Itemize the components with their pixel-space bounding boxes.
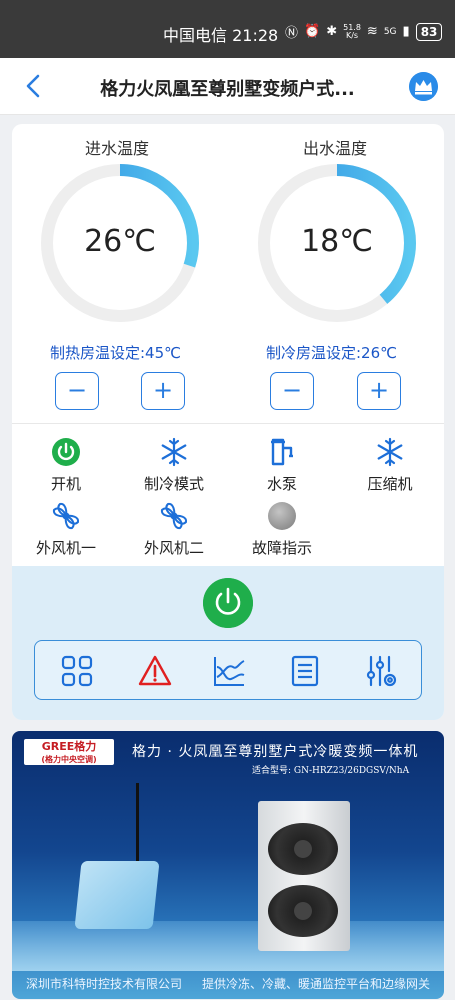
status-power: 开机 bbox=[16, 436, 116, 494]
heating-decrease-button[interactable]: − bbox=[55, 372, 99, 410]
control-area bbox=[12, 566, 444, 720]
cooling-decrease-button[interactable]: − bbox=[270, 372, 314, 410]
divider bbox=[12, 423, 444, 424]
water-pump-icon bbox=[271, 438, 293, 466]
banner-footer-services: 提供冷冻、冷藏、暖通监控平台和边缘网关 bbox=[202, 977, 431, 991]
battery-indicator: 83 bbox=[415, 22, 443, 41]
device-panel: 进水温度 26℃ 制热房温设定:45℃ − + 出水温度 18℃ 制冷房温设定:… bbox=[12, 124, 444, 720]
fan-image bbox=[268, 823, 338, 875]
outdoor-unit-image bbox=[258, 801, 350, 951]
snowflake-icon bbox=[161, 437, 187, 467]
fan-icon bbox=[160, 502, 188, 530]
cooling-increase-button[interactable]: + bbox=[357, 372, 401, 410]
water-reflection bbox=[12, 921, 444, 971]
crown-icon[interactable] bbox=[409, 72, 438, 101]
banner-model: 适合型号: GN-HRZ23/26DGSV/NhA bbox=[252, 766, 410, 776]
chart-icon[interactable] bbox=[211, 653, 247, 689]
back-arrow-icon[interactable] bbox=[22, 72, 48, 100]
fan-image bbox=[268, 885, 338, 937]
status-fault-indicator: 故障指示 bbox=[232, 500, 332, 558]
status-compressor: 压缩机 bbox=[340, 436, 440, 494]
heating-setpoint: 制热房温设定:45℃ bbox=[50, 344, 181, 362]
status-outdoor-fan-2: 外风机二 bbox=[124, 500, 224, 558]
nfc-icon: Ⓝ bbox=[285, 26, 299, 41]
promo-banner[interactable]: GREE格力 (格力中央空调) 格力 · 火凤凰至尊别墅户式冷暖变频一体机 适合… bbox=[12, 731, 444, 999]
status-label: 开机 bbox=[50, 475, 81, 493]
logo-subtext: (格力中央空调) bbox=[41, 755, 97, 764]
status-label: 外风机一 bbox=[35, 539, 96, 557]
app-header: 格力火凤凰至尊别墅变频户式... bbox=[0, 58, 455, 115]
power-button[interactable] bbox=[203, 578, 253, 628]
status-label: 制冷模式 bbox=[143, 475, 204, 493]
logo-text: GREE格力 bbox=[41, 740, 97, 753]
power-on-icon bbox=[52, 438, 80, 466]
inlet-temp-value: 26℃ bbox=[84, 224, 156, 259]
snowflake-icon bbox=[377, 437, 403, 467]
status-carrier-time: 中国电信 21:28 bbox=[163, 22, 278, 46]
fault-indicator-icon bbox=[268, 502, 296, 530]
status-outdoor-fan-1: 外风机一 bbox=[16, 500, 116, 558]
page-title: 格力火凤凰至尊别墅变频户式... bbox=[100, 79, 355, 100]
status-cooling-mode: 制冷模式 bbox=[124, 436, 224, 494]
speed-unit: K/s bbox=[345, 30, 359, 40]
settings-sliders-icon[interactable] bbox=[363, 653, 399, 689]
banner-title: 格力 · 火凤凰至尊别墅户式冷暖变频一体机 bbox=[132, 744, 419, 760]
heating-increase-button[interactable]: + bbox=[141, 372, 185, 410]
fan-icon bbox=[52, 502, 80, 530]
list-icon[interactable] bbox=[287, 653, 323, 689]
gateway-device-image bbox=[74, 861, 160, 929]
wifi-icon: ≋ bbox=[366, 24, 378, 39]
antenna-image bbox=[136, 783, 139, 873]
status-label: 压缩机 bbox=[367, 475, 413, 493]
cooling-setpoint: 制冷房温设定:26℃ bbox=[266, 344, 397, 362]
network-type: 5G bbox=[383, 26, 397, 37]
gree-logo: GREE格力 (格力中央空调) bbox=[24, 739, 114, 765]
grid-icon[interactable] bbox=[59, 653, 95, 689]
status-bar: 中国电信 21:28 Ⓝ ⏰ ✱ 51.8 K/s ≋ 5G ▮ 83 bbox=[0, 0, 455, 58]
status-label: 水泵 bbox=[266, 475, 297, 493]
banner-footer-company: 深圳市科特时控技术有限公司 bbox=[26, 977, 183, 991]
outlet-temp-value: 18℃ bbox=[301, 224, 373, 259]
outlet-temp-label: 出水温度 bbox=[303, 139, 368, 158]
status-icons: Ⓝ ⏰ ✱ 51.8 K/s ≋ 5G ▮ 83 bbox=[285, 22, 443, 41]
bluetooth-icon: ✱ bbox=[326, 24, 338, 39]
carrier-name: 中国电信 bbox=[163, 26, 228, 45]
alarm-icon: ⏰ bbox=[304, 24, 321, 39]
inlet-temp-label: 进水温度 bbox=[85, 139, 150, 158]
clock: 21:28 bbox=[232, 26, 279, 45]
warning-icon[interactable] bbox=[137, 653, 173, 689]
network-speed: 51.8 K/s bbox=[343, 23, 361, 40]
signal-icon: ▮ bbox=[402, 24, 410, 39]
status-label: 故障指示 bbox=[251, 539, 312, 557]
status-water-pump: 水泵 bbox=[232, 436, 332, 494]
function-toolbar bbox=[34, 640, 422, 700]
status-label: 外风机二 bbox=[143, 539, 204, 557]
